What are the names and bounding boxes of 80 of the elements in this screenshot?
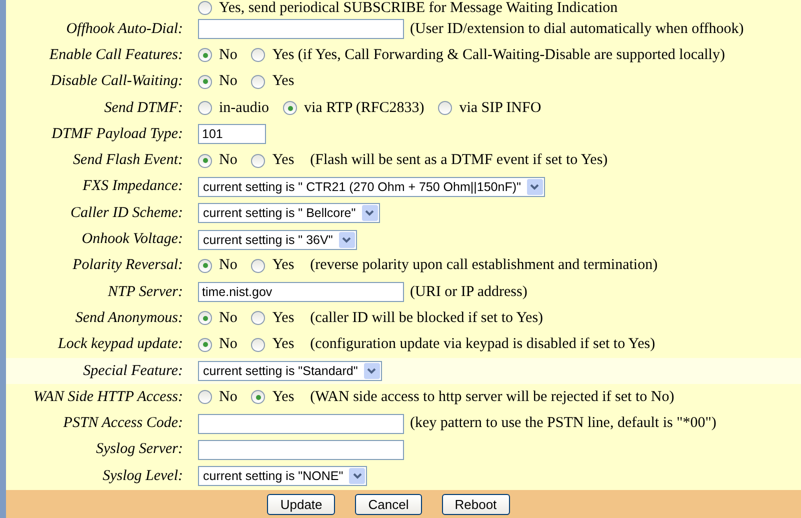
option-label[interactable]: Yes [272,152,294,170]
radio-button[interactable] [251,48,266,62]
input-field[interactable]: time.nist.gov [198,282,404,302]
radio-button[interactable] [198,338,212,352]
field-label: Disable Call-Waiting: [50,73,183,90]
hint-text: (URI or IP address) [410,284,528,301]
caret-icon [364,363,380,379]
dropdown[interactable]: current setting is "NONE" [198,466,368,486]
input-field[interactable] [198,440,404,460]
field-label: Send Flash Event: [73,152,183,168]
field-label: Syslog Server: [96,441,183,458]
field-label: PSTN Access Code: [63,415,183,432]
option-label[interactable]: Yes (if Yes, Call Forwarding & Call-Waiting-Disable are supported locally) [272,46,725,64]
hint-text: (configuration update via keypad is disabled if set to Yes) [310,336,656,354]
option-label[interactable]: No [219,152,238,170]
field-label: Send DTMF: [104,100,183,116]
hint-text: (User ID/extension to dial automatically when offhook) [410,20,744,38]
radio-button[interactable] [198,101,212,116]
radio-button[interactable] [251,258,266,273]
option-label[interactable]: No [219,310,238,327]
input-field[interactable] [198,19,404,40]
field-label: NTP Server: [108,284,183,300]
option-label[interactable]: No [219,388,238,406]
radio-button[interactable] [438,101,452,116]
option-label[interactable]: via SIP INFO [459,100,542,117]
option-label[interactable]: Yes [272,257,294,274]
option-label[interactable]: No [219,257,238,274]
field-label: FXS Impedance: [82,178,183,194]
hint-text: (caller ID will be blocked if set to Yes) [310,310,544,327]
field-label: WAN Side HTTP Access: [33,388,183,405]
option-label[interactable]: Yes [272,336,294,354]
radio-button[interactable] [251,74,266,89]
option-label[interactable]: Yes [272,310,294,327]
radio-button[interactable] [283,101,297,116]
dropdown[interactable]: current setting is " 36V" [198,230,357,250]
radio-button[interactable] [198,390,212,404]
field-label: Special Feature: [83,362,183,378]
form-button[interactable]: Update [267,494,336,514]
hint-text: (reverse polarity upon call establishment and termination) [310,257,658,274]
dropdown[interactable]: current setting is " CTR21 (270 Ohm + 750 Ohm||150nF)" [198,176,545,197]
option-label[interactable]: in-audio [219,100,269,117]
option-label[interactable]: No [219,46,238,64]
option-label[interactable]: Yes, send periodical SUBSCRIBE for Message Waiting Indication [219,0,618,16]
radio-button[interactable] [251,311,266,326]
field-label: DTMF Payload Type: [52,126,183,142]
radio-button[interactable] [251,390,266,404]
hint-text: (Flash will be sent as a DTMF event if set to Yes) [310,152,608,170]
hint-text: (WAN side access to http server will be rejected if set to No) [310,388,674,406]
dropdown[interactable]: current setting is " Bellcore" [198,203,380,224]
caret-icon [338,232,355,248]
field-label: Polarity Reversal: [72,257,183,274]
caret-icon [362,205,378,222]
radio-button[interactable] [198,48,212,62]
field-label: Enable Call Features: [49,46,183,63]
radio-button[interactable] [198,311,212,326]
radio-button[interactable] [251,154,266,168]
radio-button[interactable] [198,154,212,168]
field-label: Syslog Level: [102,468,183,484]
caret-icon [526,178,543,195]
option-label[interactable]: Yes [272,388,294,406]
input-field[interactable]: 101 [198,124,266,144]
field-label: Onhook Voltage: [82,231,183,248]
radio-button[interactable] [198,74,212,89]
field-label: Send Anonymous: [75,310,183,326]
form-button[interactable]: Reboot [442,494,510,514]
option-label[interactable]: via RTP (RFC2833) [304,100,424,117]
input-field[interactable] [198,414,404,434]
radio-button[interactable] [198,258,212,273]
field-label: Caller ID Scheme: [70,204,183,221]
option-label[interactable]: Yes [272,73,294,90]
caret-icon [349,468,366,484]
radio-button[interactable] [251,338,266,352]
radio-button[interactable] [198,1,212,15]
dropdown[interactable]: current setting is "Standard" [198,361,382,381]
option-label[interactable]: No [219,336,238,354]
field-label: Offhook Auto-Dial: [66,20,183,37]
option-label[interactable]: No [219,73,238,90]
hint-text: (key pattern to use the PSTN line, default is "*00") [410,415,716,432]
field-label: Lock keypad update: [58,336,183,352]
form-button[interactable]: Cancel [355,494,422,514]
